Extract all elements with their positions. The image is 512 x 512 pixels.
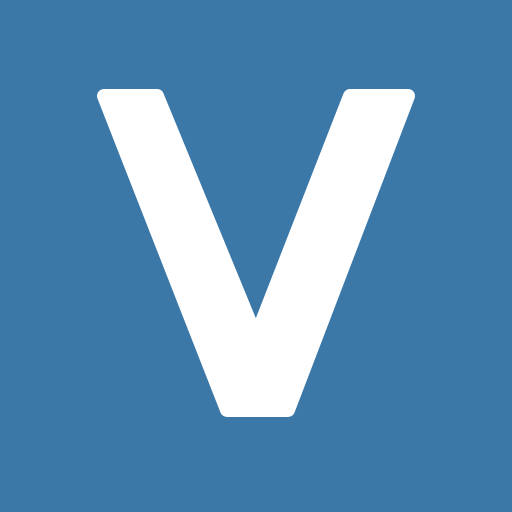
v-logo-icon [97,89,415,417]
app-icon-tile [0,0,512,512]
v-letter-glyph [97,89,415,417]
